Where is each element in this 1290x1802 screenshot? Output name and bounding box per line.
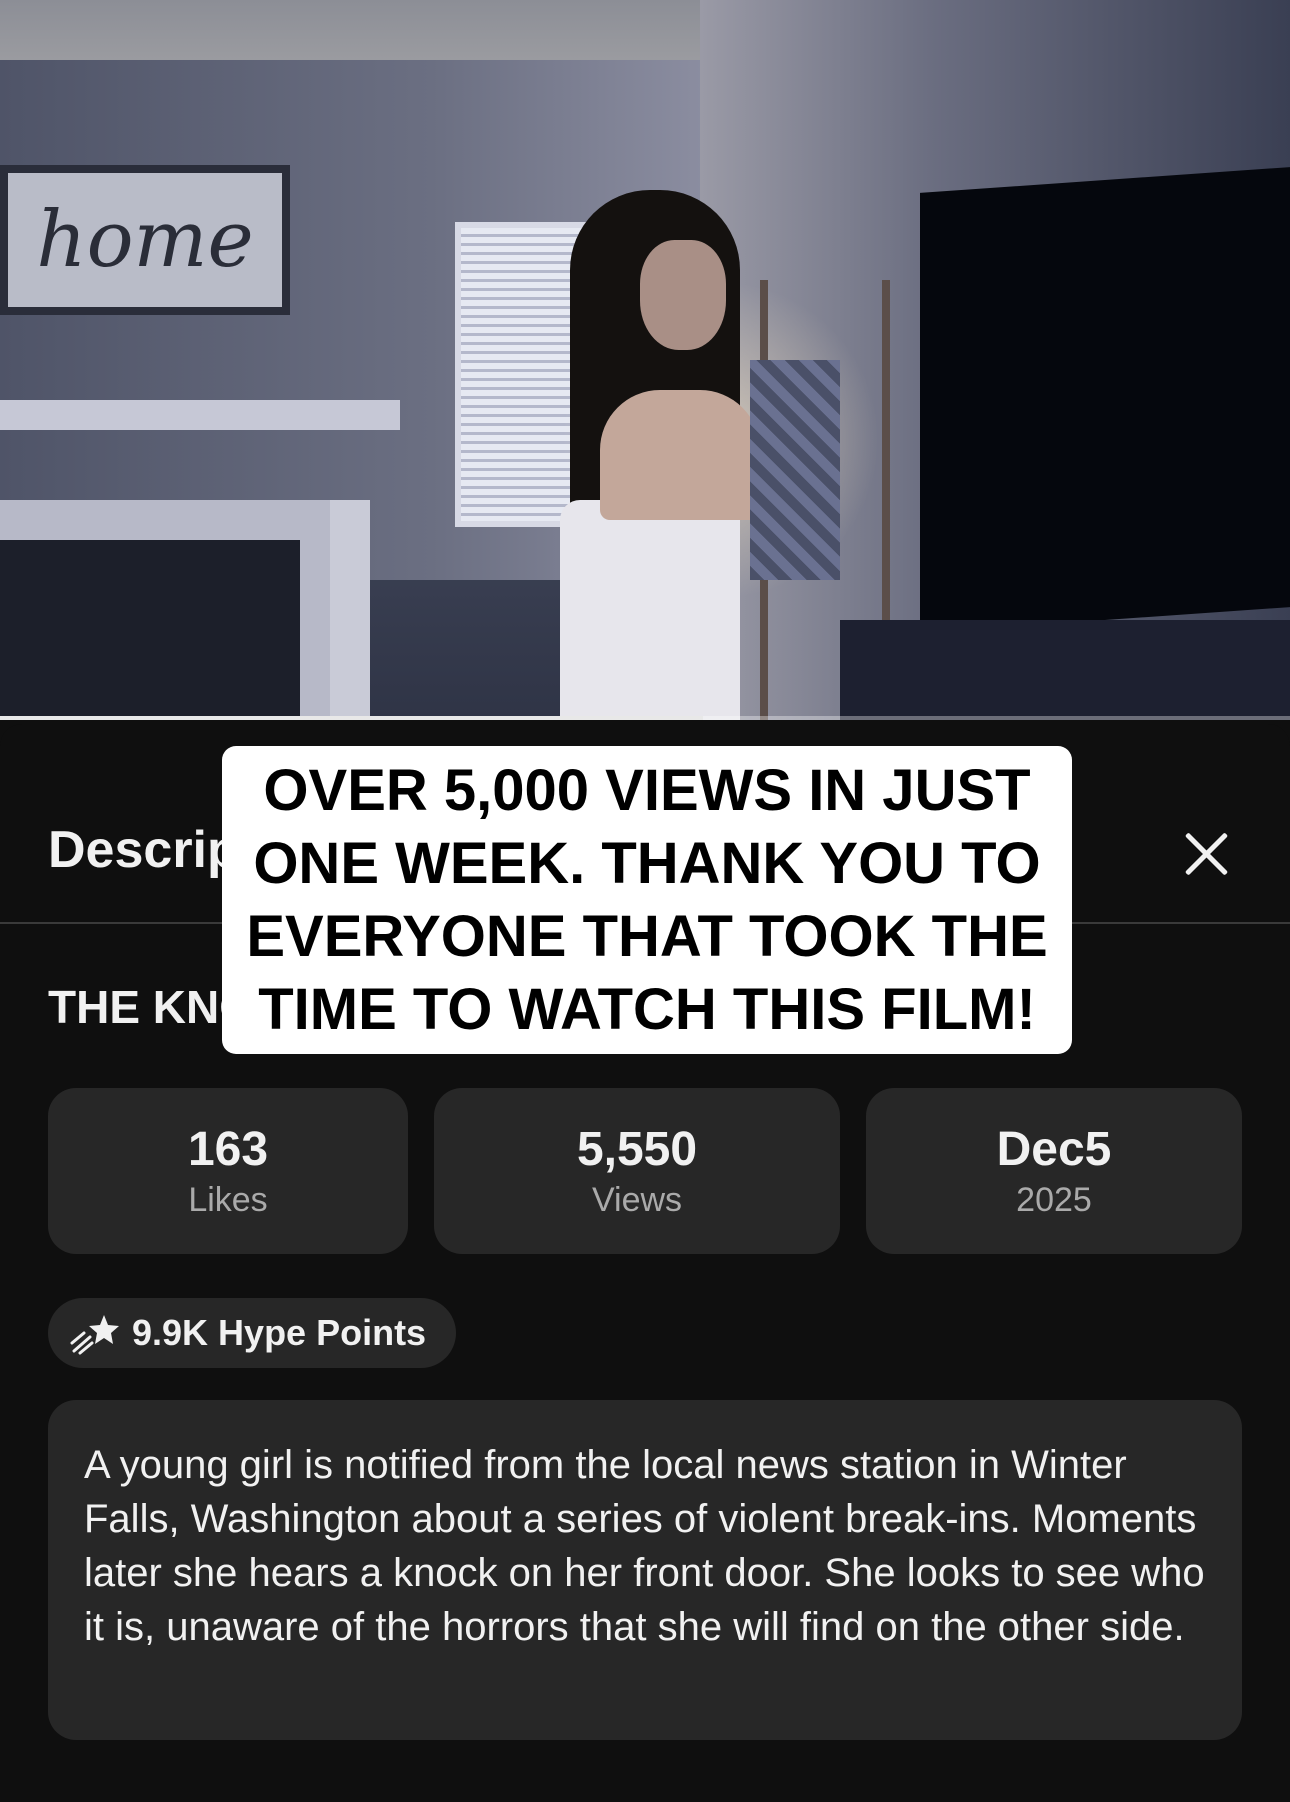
person-shoulder	[600, 390, 760, 520]
close-icon[interactable]	[1176, 824, 1236, 884]
progress-bar-fill	[0, 716, 704, 720]
overlay-caption-text: OVER 5,000 VIEWS IN JUST ONE WEEK. THANK…	[246, 758, 1048, 1042]
blanket	[750, 360, 840, 580]
hype-points-button[interactable]: 9.9K Hype Points	[48, 1298, 457, 1368]
home-sign: home	[0, 165, 290, 315]
hype-points-label: 9.9K Hype Points	[132, 1312, 427, 1353]
views-card: 5,550 Views	[434, 1088, 840, 1254]
overlay-caption: OVER 5,000 VIEWS IN JUST ONE WEEK. THANK…	[222, 746, 1072, 1054]
likes-card: 163 Likes	[48, 1088, 408, 1254]
description-text: A young girl is notified from the local …	[84, 1443, 1205, 1649]
description-box: A young girl is notified from the local …	[48, 1400, 1242, 1740]
person-face	[640, 240, 726, 350]
tv-console	[840, 620, 1290, 720]
likes-count: 163	[187, 1122, 269, 1176]
video-player[interactable]: home	[0, 0, 1290, 720]
person-top	[560, 500, 740, 720]
likes-label: Likes	[188, 1180, 268, 1219]
publish-date: Dec5	[996, 1122, 1112, 1176]
views-label: Views	[591, 1180, 683, 1219]
date-card: Dec5 2025	[866, 1088, 1242, 1254]
publish-year: 2025	[1016, 1180, 1092, 1219]
mantel	[0, 400, 400, 430]
progress-bar[interactable]	[0, 716, 1290, 720]
shooting-star-icon	[70, 1315, 119, 1355]
television	[920, 167, 1290, 633]
home-sign-text: home	[36, 195, 254, 285]
views-count: 5,550	[576, 1122, 698, 1176]
fireplace	[0, 500, 370, 720]
